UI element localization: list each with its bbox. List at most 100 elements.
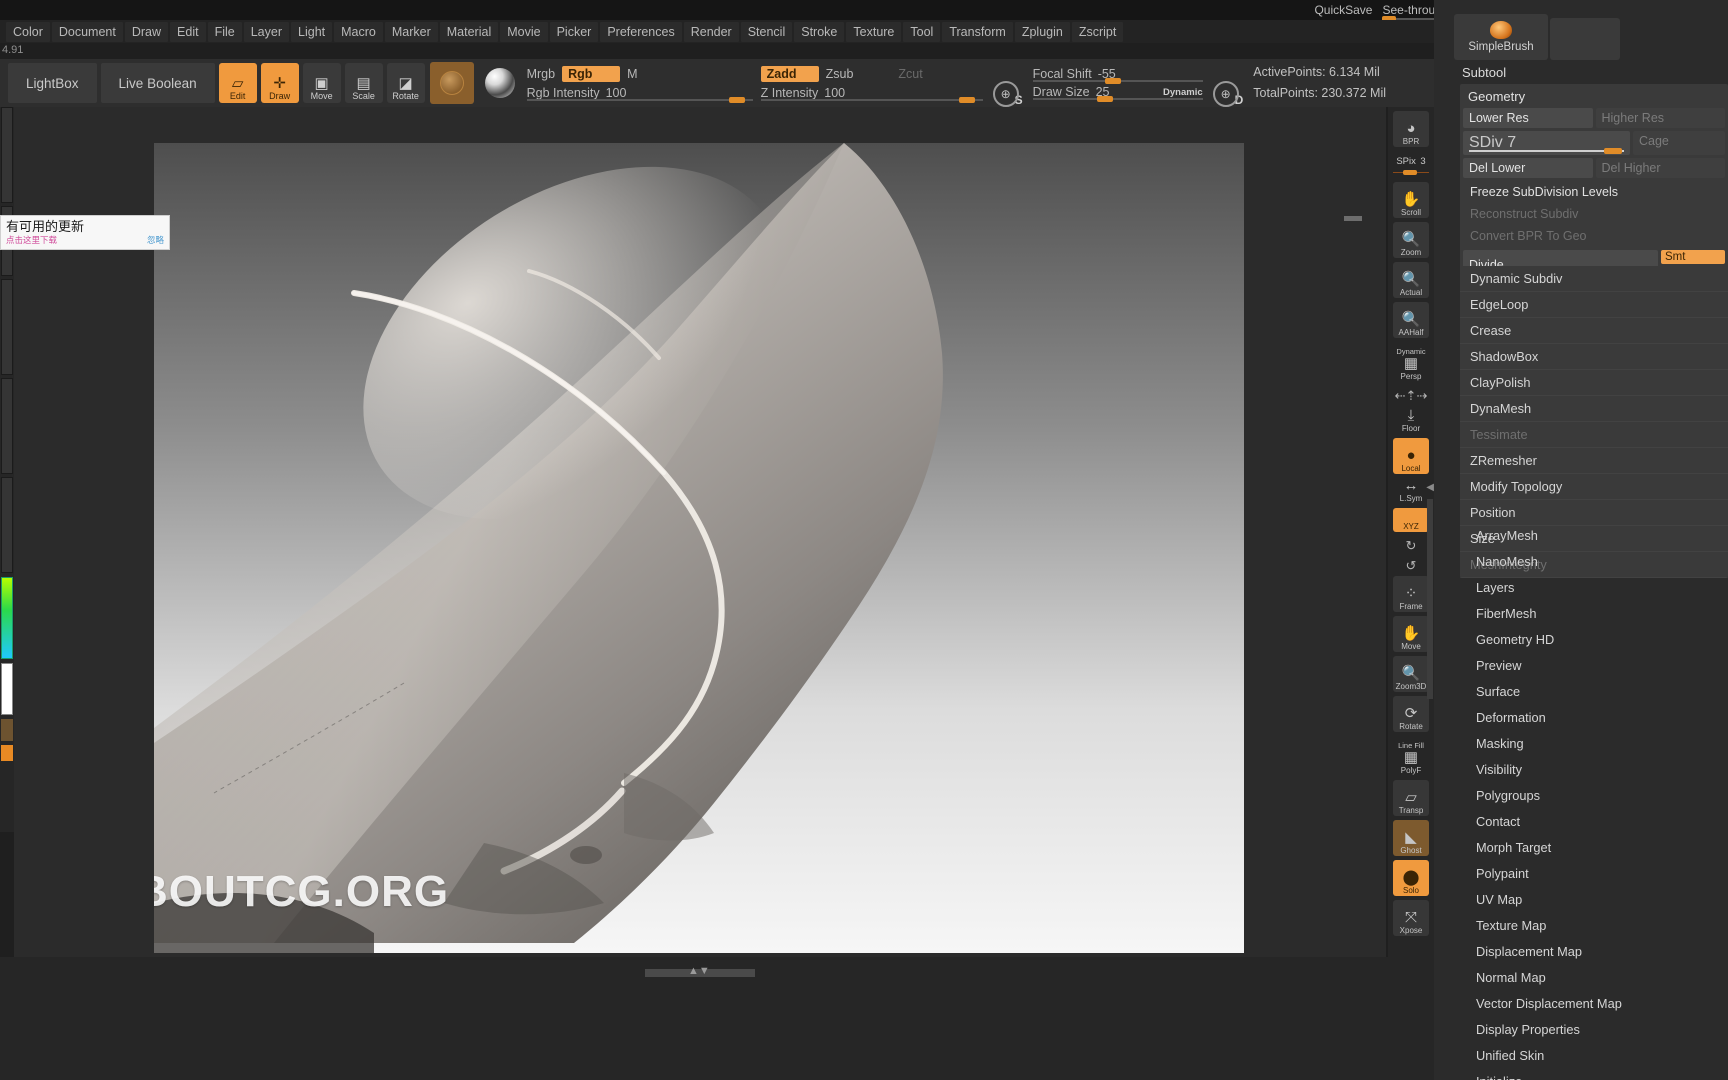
zsub-button[interactable]: Zsub (826, 67, 854, 81)
menu-zplugin[interactable]: Zplugin (1014, 21, 1070, 42)
higher-res-button[interactable]: Higher Res (1595, 108, 1725, 128)
update-notification-popup[interactable]: 有可用的更新 点击这里下载 忽略 (0, 215, 170, 250)
rotate-nav-button[interactable]: ⟳ Rotate (1393, 696, 1429, 732)
spix-knob[interactable] (1403, 170, 1417, 175)
solo-button[interactable]: ⬤ Solo (1393, 860, 1429, 896)
lower-res-button[interactable]: Lower Res (1463, 108, 1593, 128)
move-nav-button[interactable]: ✋ Move (1393, 616, 1429, 652)
subtool-section-header[interactable]: Subtool (1454, 62, 1728, 82)
menu-edit[interactable]: Edit (170, 21, 206, 42)
zoom-button[interactable]: 🔍 Zoom (1393, 222, 1429, 258)
current-brush-swatch[interactable] (429, 62, 474, 104)
menu-stroke[interactable]: Stroke (794, 21, 845, 42)
menu-arraymesh[interactable]: ArrayMesh (1460, 522, 1728, 548)
document-scroll-arrows-icon[interactable]: ▲▼ (688, 965, 710, 977)
menu-geometry-hd[interactable]: Geometry HD (1460, 626, 1728, 652)
color-picker-gradient[interactable] (1, 577, 13, 659)
perspective-button[interactable]: Dynamic ▦ Persp (1393, 342, 1429, 382)
rail-collapse-arrow-icon[interactable]: ◀ (1426, 482, 1434, 493)
rotate-z-icon[interactable]: ↺ (1393, 556, 1429, 576)
z-intensity-knob[interactable] (958, 97, 975, 103)
geometry-title[interactable]: Geometry (1460, 86, 1728, 108)
zoom3d-button[interactable]: 🔍 Zoom3D (1393, 656, 1429, 692)
menu-displacement-map[interactable]: Displacement Map (1460, 938, 1728, 964)
menu-morph-target[interactable]: Morph Target (1460, 834, 1728, 860)
draw-mode-button[interactable]: ✛ Draw (260, 63, 299, 103)
sdiv-knob[interactable] (1604, 148, 1622, 154)
brush-size-icon-group[interactable]: ⊕ S (987, 59, 1029, 107)
edit-mode-button[interactable]: ▱ Edit (218, 63, 257, 103)
bpr-render-button[interactable]: ◕ BPR (1393, 111, 1429, 147)
focal-shift-slider[interactable]: Focal Shift -55 (1032, 65, 1203, 84)
menu-marker[interactable]: Marker (384, 21, 438, 42)
draw-size-knob[interactable] (1096, 96, 1113, 102)
menu-preview[interactable]: Preview (1460, 652, 1728, 678)
menu-preferences[interactable]: Preferences (600, 21, 682, 42)
menu-dynamesh[interactable]: DynaMesh (1460, 396, 1728, 422)
menu-draw[interactable]: Draw (124, 21, 169, 42)
menu-movie[interactable]: Movie (500, 21, 548, 42)
rotate-mode-button[interactable]: ◪ Rotate (386, 63, 425, 103)
update-download-link[interactable]: 点击这里下载 (6, 234, 57, 246)
secondary-color-swatch[interactable] (1, 745, 13, 761)
menu-claypolish[interactable]: ClayPolish (1460, 370, 1728, 396)
quicksave-button[interactable]: QuickSave (1314, 3, 1372, 17)
perspective-distortion-slider[interactable]: ⇠⇡⇢ (1393, 386, 1429, 406)
spix-slider[interactable]: SPix 3 (1391, 151, 1431, 176)
menu-layers[interactable]: Layers (1460, 574, 1728, 600)
menu-transform[interactable]: Transform (942, 21, 1013, 42)
del-higher-button[interactable]: Del Higher (1595, 158, 1725, 178)
document-viewport[interactable]: BOUTCG.ORG (154, 143, 1244, 953)
local-transform-button[interactable]: ● Local (1393, 438, 1429, 474)
menu-file[interactable]: File (207, 21, 242, 42)
rail-scrollbar[interactable] (1427, 499, 1433, 699)
floor-button[interactable]: ⤓ Floor (1393, 406, 1429, 434)
zcut-button[interactable]: Zcut (898, 67, 922, 81)
menu-visibility[interactable]: Visibility (1460, 756, 1728, 782)
draw-size-slider[interactable]: Draw Size 25 Dynamic (1032, 83, 1203, 102)
canvas-area[interactable]: BOUTCG.ORG (14, 107, 1386, 957)
menu-nanomesh[interactable]: NanoMesh (1460, 548, 1728, 574)
frame-button[interactable]: ⁘ Frame (1393, 576, 1429, 612)
menu-tool[interactable]: Tool (903, 21, 941, 42)
m-button[interactable]: M (627, 67, 637, 81)
ghost-button[interactable]: ◣ Ghost (1393, 820, 1429, 856)
menu-deformation[interactable]: Deformation (1460, 704, 1728, 730)
freeze-subdivision-button[interactable]: Freeze SubDivision Levels (1460, 181, 1728, 203)
dynamic-badge[interactable]: Dynamic (1163, 87, 1203, 98)
current-tool-chip[interactable]: SimpleBrush (1454, 14, 1548, 60)
menu-light[interactable]: Light (291, 21, 333, 42)
z-intensity-slider[interactable]: Z Intensity 100 (760, 84, 983, 103)
actual-size-button[interactable]: 🔍 Actual (1393, 262, 1429, 298)
canvas-horizontal-scrollbar[interactable] (28, 214, 1386, 221)
menu-modify-topology[interactable]: Modify Topology (1460, 474, 1728, 500)
menu-polygroups[interactable]: Polygroups (1460, 782, 1728, 808)
menu-edgeloop[interactable]: EdgeLoop (1460, 292, 1728, 318)
menu-crease[interactable]: Crease (1460, 318, 1728, 344)
rgb-button[interactable]: Rgb (562, 66, 621, 82)
zadd-button[interactable]: Zadd (760, 66, 819, 82)
rotate-y-icon[interactable]: ↻ (1393, 536, 1429, 556)
convert-bpr-button[interactable]: Convert BPR To Geo (1460, 225, 1728, 247)
menu-uv-map[interactable]: UV Map (1460, 886, 1728, 912)
menu-fibermesh[interactable]: FiberMesh (1460, 600, 1728, 626)
current-material-swatch[interactable] (479, 62, 521, 104)
left-tray-slot-3[interactable] (1, 279, 13, 375)
menu-color[interactable]: Color (6, 21, 50, 42)
lightbox-button[interactable]: LightBox (8, 63, 97, 103)
menu-zremesher[interactable]: ZRemesher (1460, 448, 1728, 474)
canvas-scroll-thumb[interactable] (1344, 216, 1362, 221)
menu-masking[interactable]: Masking (1460, 730, 1728, 756)
menu-unified-skin[interactable]: Unified Skin (1460, 1042, 1728, 1068)
sdiv-slider[interactable]: SDiv 7 (1463, 131, 1630, 155)
menu-polypaint[interactable]: Polypaint (1460, 860, 1728, 886)
scroll-button[interactable]: ✋ Scroll (1393, 182, 1429, 218)
menu-shadowbox[interactable]: ShadowBox (1460, 344, 1728, 370)
move-mode-button[interactable]: ▣ Move (302, 63, 341, 103)
menu-dynamic-subdiv[interactable]: Dynamic Subdiv (1460, 266, 1728, 292)
menu-zscript[interactable]: Zscript (1071, 21, 1124, 42)
material-slot-swatch[interactable] (1, 719, 13, 741)
primary-color-swatch[interactable] (1, 663, 13, 715)
menu-surface[interactable]: Surface (1460, 678, 1728, 704)
menu-initialize[interactable]: Initialize (1460, 1068, 1728, 1080)
